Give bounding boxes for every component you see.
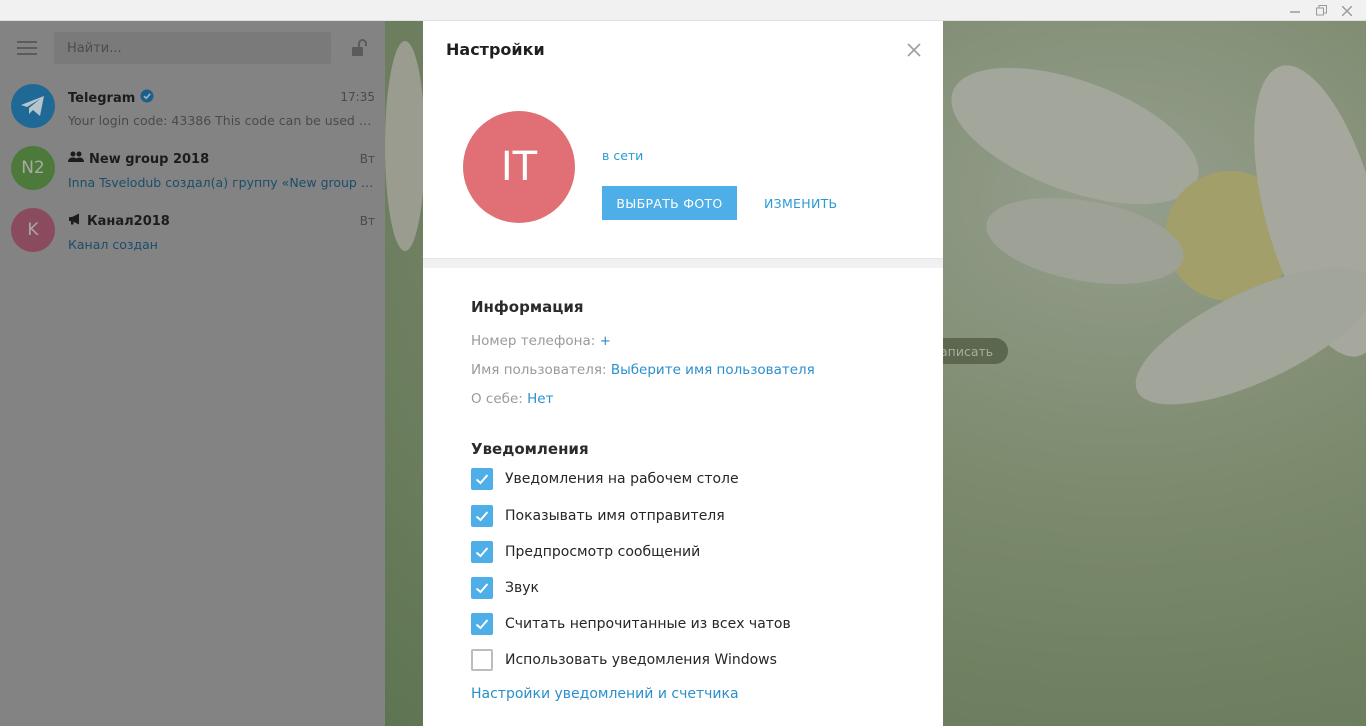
phone-value[interactable]: + bbox=[600, 333, 611, 349]
checkbox-label: Использовать уведомления Windows bbox=[505, 652, 777, 668]
wallpaper-petal bbox=[385, 41, 425, 251]
checkbox-message-preview[interactable]: Предпросмотр сообщений bbox=[471, 541, 700, 563]
chats-sidebar: Найти... Telegram 17:35 Your login code:… bbox=[0, 21, 385, 726]
close-window-icon[interactable] bbox=[1334, 0, 1360, 21]
avatar: K bbox=[11, 208, 55, 252]
window-controls bbox=[1282, 0, 1360, 21]
checkbox-show-sender[interactable]: Показывать имя отправителя bbox=[471, 505, 725, 527]
checkbox-label: Звук bbox=[505, 580, 539, 596]
chat-preview: Канал создан bbox=[68, 237, 158, 252]
lock-icon[interactable] bbox=[350, 38, 370, 58]
checkbox-sound[interactable]: Звук bbox=[471, 577, 539, 599]
about-row: О себе: Нет bbox=[471, 391, 554, 407]
checkbox-checked-icon[interactable] bbox=[471, 613, 493, 635]
checkbox-desktop-notifications[interactable]: Уведомления на рабочем столе bbox=[471, 468, 739, 490]
online-status: в сети bbox=[602, 148, 644, 163]
group-icon bbox=[68, 151, 84, 167]
chat-preview: Your login code: 43386 This code can be … bbox=[68, 113, 376, 128]
search-input[interactable]: Найти... bbox=[54, 32, 331, 64]
chat-name: Канал2018 bbox=[68, 213, 170, 229]
phone-row: Номер телефона: + bbox=[471, 333, 611, 349]
chat-item-telegram[interactable]: Telegram 17:35 Your login code: 43386 Th… bbox=[0, 75, 385, 137]
chat-name: New group 2018 bbox=[68, 151, 209, 167]
checkbox-checked-icon[interactable] bbox=[471, 577, 493, 599]
checkbox-checked-icon[interactable] bbox=[471, 468, 493, 490]
restore-icon[interactable] bbox=[1308, 0, 1334, 21]
checkbox-checked-icon[interactable] bbox=[471, 541, 493, 563]
minimize-icon[interactable] bbox=[1282, 0, 1308, 21]
checkbox-unchecked-icon[interactable] bbox=[471, 649, 493, 671]
search-row: Найти... bbox=[0, 21, 385, 75]
checkbox-count-unread[interactable]: Считать непрочитанные из всех чатов bbox=[471, 613, 791, 635]
verified-badge-icon bbox=[140, 89, 154, 107]
chat-item-new-group[interactable]: N2 New group 2018 Вт Inna Tsvelodub созд… bbox=[0, 137, 385, 199]
info-section-title: Информация bbox=[471, 298, 584, 316]
close-icon[interactable] bbox=[903, 39, 925, 61]
dialog-title: Настройки bbox=[446, 40, 545, 59]
chat-time: Вт bbox=[359, 214, 375, 228]
megaphone-icon bbox=[68, 213, 82, 229]
telegram-avatar-icon bbox=[11, 84, 55, 128]
window-titlebar bbox=[0, 0, 1366, 21]
profile-avatar[interactable]: IT bbox=[463, 111, 575, 223]
checkbox-checked-icon[interactable] bbox=[471, 505, 493, 527]
notifications-section-title: Уведомления bbox=[471, 440, 589, 458]
chat-name: Telegram bbox=[68, 89, 154, 107]
chat-item-channel[interactable]: K Канал2018 Вт Канал создан bbox=[0, 199, 385, 261]
write-message-pill[interactable]: аписать bbox=[932, 338, 1008, 364]
avatar: N2 bbox=[11, 146, 55, 190]
checkbox-label: Предпросмотр сообщений bbox=[505, 544, 701, 560]
notification-settings-link[interactable]: Настройки уведомлений и счетчика bbox=[471, 686, 739, 702]
chat-preview: Inna Tsvelodub создал(а) группу «New gro… bbox=[68, 175, 376, 190]
hamburger-menu-icon[interactable] bbox=[17, 41, 37, 55]
chat-time: 17:35 bbox=[340, 90, 375, 104]
chat-time: Вт bbox=[359, 152, 375, 166]
checkbox-windows-notifications[interactable]: Использовать уведомления Windows bbox=[471, 649, 777, 671]
section-divider bbox=[423, 258, 943, 268]
choose-photo-button[interactable]: ВЫБРАТЬ ФОТО bbox=[602, 186, 737, 220]
about-link[interactable]: Нет bbox=[527, 391, 553, 407]
checkbox-label: Считать непрочитанные из всех чатов bbox=[505, 616, 791, 632]
checkbox-label: Уведомления на рабочем столе bbox=[505, 471, 739, 487]
edit-profile-button[interactable]: ИЗМЕНИТЬ bbox=[764, 186, 837, 220]
username-row: Имя пользователя: Выберите имя пользоват… bbox=[471, 362, 815, 378]
checkbox-label: Показывать имя отправителя bbox=[505, 508, 725, 524]
settings-dialog: Настройки IT в сети ВЫБРАТЬ ФОТО ИЗМЕНИТ… bbox=[423, 21, 943, 726]
username-link[interactable]: Выберите имя пользователя bbox=[611, 362, 815, 378]
